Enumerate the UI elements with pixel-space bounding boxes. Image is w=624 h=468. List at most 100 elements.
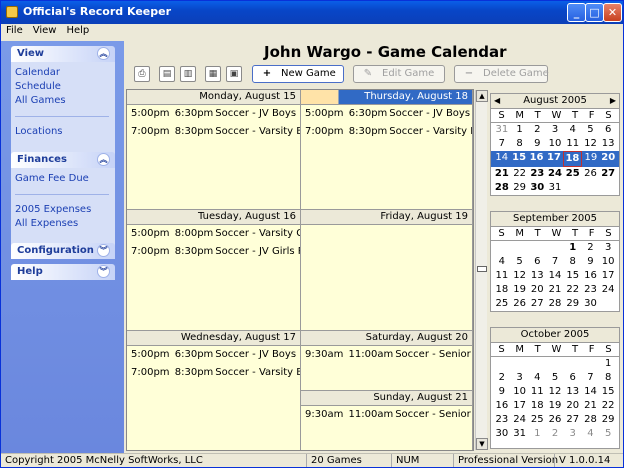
- day-cell-monday[interactable]: Monday, August 15 5:00pm 6:30pm Soccer - …: [127, 90, 301, 210]
- date-cell[interactable]: 25: [528, 413, 546, 427]
- date-cell[interactable]: 11: [564, 137, 582, 151]
- date-cell[interactable]: 19: [511, 283, 529, 297]
- event-item[interactable]: 7:00pm 8:30pmSoccer - Varsity Bo: [301, 123, 472, 141]
- date-cell[interactable]: 30: [528, 181, 546, 195]
- date-cell[interactable]: 11: [528, 385, 546, 399]
- date-cell[interactable]: 23: [528, 167, 546, 181]
- date-cell[interactable]: 13: [564, 385, 582, 399]
- day-cell-wednesday[interactable]: Wednesday, August 17 5:00pm 6:30pm Soccer…: [127, 331, 301, 450]
- event-item[interactable]: 9:30am 11:00amSoccer - Senior Me: [301, 406, 472, 424]
- date-cell[interactable]: 24: [546, 167, 564, 181]
- date-cell[interactable]: 26: [582, 167, 600, 181]
- date-cell[interactable]: 22: [564, 283, 582, 297]
- date-cell[interactable]: 1: [599, 357, 617, 371]
- date-cell[interactable]: 17: [545, 151, 562, 167]
- sidebar-item-locations[interactable]: Locations: [15, 125, 115, 139]
- date-cell[interactable]: 14: [582, 385, 600, 399]
- sidebar-item-calendar[interactable]: Calendar: [15, 66, 115, 80]
- date-cell[interactable]: 22: [511, 167, 529, 181]
- collapse-icon[interactable]: ︽: [97, 47, 110, 60]
- expand-icon[interactable]: ︾: [97, 244, 110, 257]
- date-cell[interactable]: 3: [599, 241, 617, 255]
- vertical-scrollbar[interactable]: ▲ ▼: [475, 90, 488, 450]
- date-cell[interactable]: 2: [582, 241, 600, 255]
- date-cell[interactable]: 23: [582, 283, 600, 297]
- day-cell-friday[interactable]: Friday, August 19: [301, 210, 473, 331]
- date-cell[interactable]: 8: [564, 255, 582, 269]
- expand-icon[interactable]: ︾: [97, 265, 110, 278]
- view-panel-header[interactable]: View ︽: [11, 46, 115, 62]
- date-cell[interactable]: 19: [582, 151, 599, 167]
- date-cell[interactable]: 13: [528, 269, 546, 283]
- menu-view[interactable]: View: [28, 24, 62, 36]
- date-cell[interactable]: 9: [582, 255, 600, 269]
- date-cell[interactable]: 29: [511, 181, 529, 195]
- event-item[interactable]: 7:00pm 8:30pm Soccer - Varsity Bc: [127, 123, 300, 141]
- date-cell[interactable]: 20: [528, 283, 546, 297]
- date-cell[interactable]: 1: [511, 123, 529, 137]
- date-cell[interactable]: 12: [582, 137, 600, 151]
- date-cell[interactable]: 1: [528, 427, 546, 441]
- date-cell[interactable]: 7: [546, 255, 564, 269]
- date-cell[interactable]: 1: [564, 241, 582, 255]
- date-cell[interactable]: 15: [564, 269, 582, 283]
- date-cell[interactable]: 9: [493, 385, 511, 399]
- date-cell[interactable]: 16: [528, 151, 545, 167]
- date-cell[interactable]: 21: [493, 167, 511, 181]
- date-cell[interactable]: 6: [599, 123, 617, 137]
- month-view-icon[interactable]: ▣: [226, 66, 242, 82]
- date-cell[interactable]: 14: [546, 269, 564, 283]
- date-cell[interactable]: 5: [546, 371, 564, 385]
- date-cell[interactable]: 7: [493, 137, 511, 151]
- date-cell[interactable]: 4: [528, 371, 546, 385]
- date-cell[interactable]: 28: [582, 413, 600, 427]
- close-button[interactable]: ✕: [603, 3, 622, 22]
- date-cell[interactable]: 4: [493, 255, 511, 269]
- date-cell[interactable]: 17: [599, 269, 617, 283]
- date-cell[interactable]: 18: [493, 283, 511, 297]
- date-cell[interactable]: 29: [564, 297, 582, 311]
- sidebar-item-schedule[interactable]: Schedule: [15, 80, 115, 94]
- collapse-icon[interactable]: ︽: [97, 153, 110, 166]
- date-cell[interactable]: 26: [546, 413, 564, 427]
- date-cell[interactable]: 5: [582, 123, 600, 137]
- delete-game-button[interactable]: − Delete Game: [454, 65, 549, 83]
- date-cell[interactable]: 20: [600, 151, 617, 167]
- date-cell[interactable]: 24: [599, 283, 617, 297]
- day-cell-tuesday[interactable]: Tuesday, August 16 5:00pm 8:00pm Soccer -…: [127, 210, 301, 331]
- date-cell[interactable]: 31: [546, 181, 564, 195]
- date-cell[interactable]: 6: [528, 255, 546, 269]
- maximize-button[interactable]: □: [585, 3, 604, 22]
- sidebar-item-all-games[interactable]: All Games: [15, 94, 115, 108]
- date-cell[interactable]: 5: [511, 255, 529, 269]
- date-cell[interactable]: 29: [599, 413, 617, 427]
- date-cell[interactable]: 2: [493, 371, 511, 385]
- date-cell[interactable]: 25: [493, 297, 511, 311]
- date-cell[interactable]: 27: [564, 413, 582, 427]
- event-item[interactable]: 7:00pm 8:30pm Soccer - JV Girls R(: [127, 243, 300, 261]
- menu-help[interactable]: Help: [61, 24, 94, 36]
- sidebar-item-all-expenses[interactable]: All Expenses: [15, 217, 115, 231]
- sidebar-item-game-fee-due[interactable]: Game Fee Due: [15, 172, 115, 186]
- date-cell[interactable]: 15: [599, 385, 617, 399]
- date-cell[interactable]: 18: [562, 151, 583, 167]
- date-cell[interactable]: 21: [582, 399, 600, 413]
- date-cell[interactable]: 12: [511, 269, 529, 283]
- date-cell[interactable]: 20: [564, 399, 582, 413]
- date-cell[interactable]: 30: [493, 427, 511, 441]
- date-cell[interactable]: 8: [511, 137, 529, 151]
- date-cell[interactable]: 19: [546, 399, 564, 413]
- date-cell[interactable]: 15: [510, 151, 527, 167]
- date-cell[interactable]: 27: [599, 167, 617, 181]
- date-cell[interactable]: 4: [582, 427, 600, 441]
- scroll-up-icon[interactable]: ▲: [476, 90, 488, 102]
- date-cell[interactable]: 14: [493, 151, 510, 167]
- date-cell[interactable]: 22: [599, 399, 617, 413]
- date-cell[interactable]: 10: [599, 255, 617, 269]
- week-view-icon[interactable]: ▥: [180, 66, 196, 82]
- event-item[interactable]: 5:00pm 6:30pm Soccer - JV Boys R: [127, 346, 300, 364]
- date-cell[interactable]: 10: [546, 137, 564, 151]
- print-icon[interactable]: ⎙: [134, 66, 150, 82]
- day-cell-sunday[interactable]: Sunday, August 21 9:30am 11:00am Soccer -…: [301, 391, 473, 450]
- help-panel-header[interactable]: Help ︾: [11, 264, 115, 280]
